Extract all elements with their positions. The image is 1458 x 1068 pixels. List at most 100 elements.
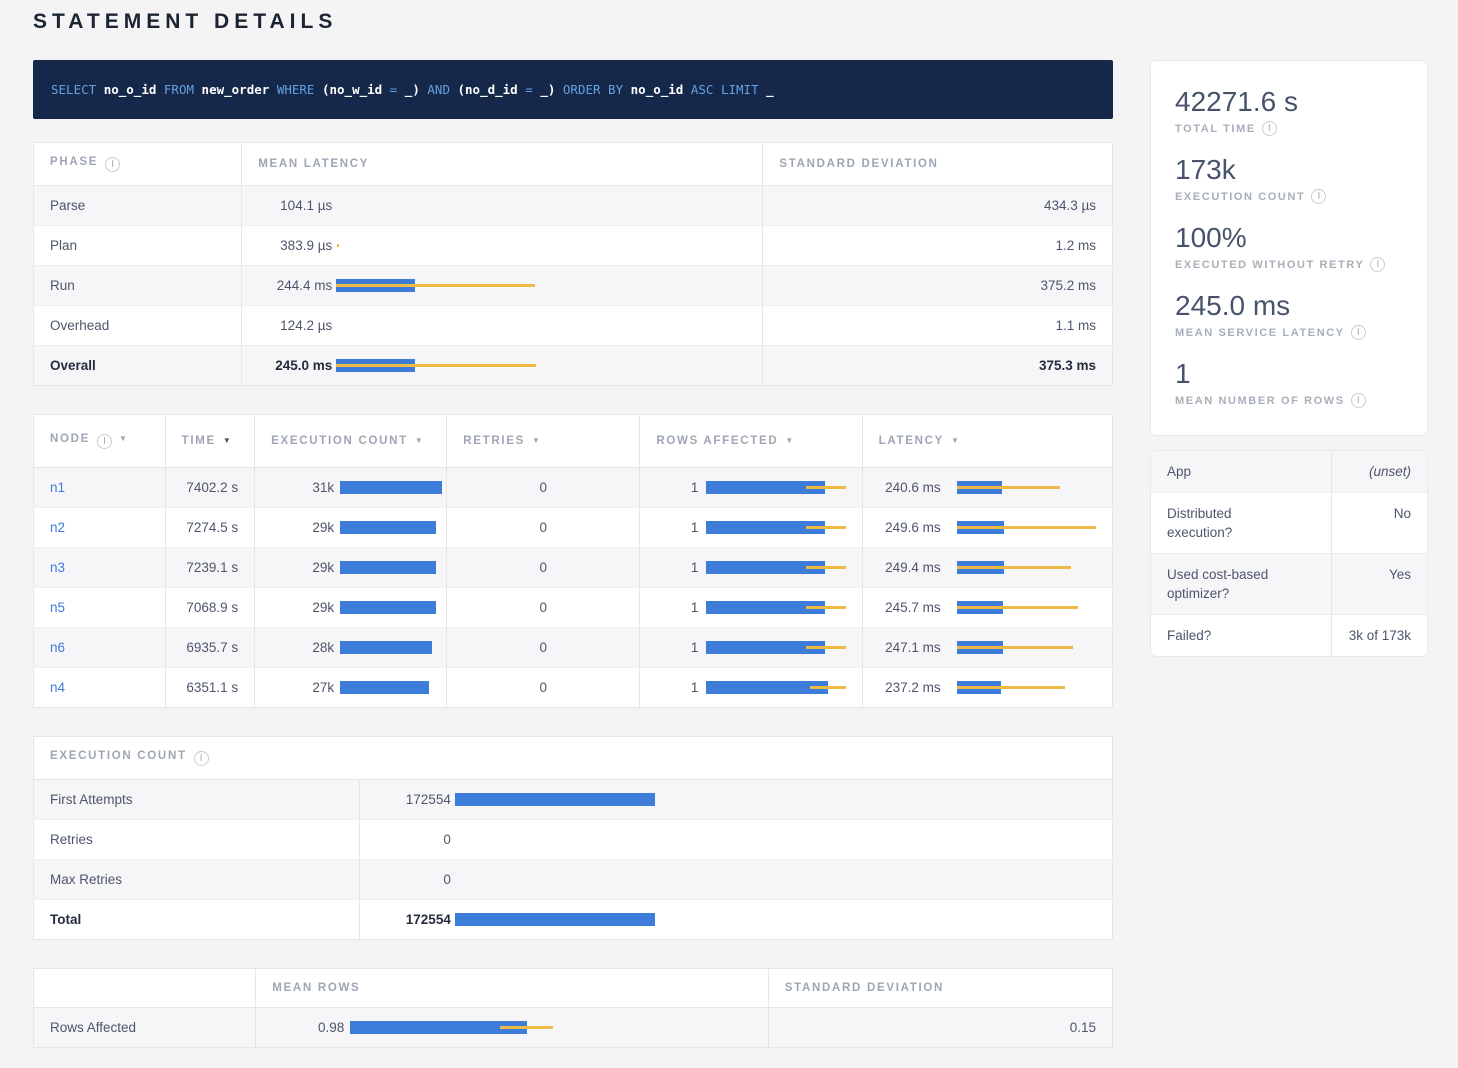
mean-latency-header: MEAN LATENCY <box>242 143 763 186</box>
latency-column-header[interactable]: LATENCY▼ <box>862 415 1112 468</box>
exec-header-label: EXECUTION COUNT <box>271 435 408 447</box>
std-deviation-header: STANDARD DEVIATION <box>763 143 1113 186</box>
sql-keyword: WHERE <box>277 82 315 97</box>
std-dev-line <box>957 646 1073 649</box>
retries-column-header[interactable]: RETRIES▼ <box>447 415 640 468</box>
sort-arrow-icon: ▼ <box>951 436 961 445</box>
exec-count-value: 0 <box>376 832 451 847</box>
table-row: Run 244.4 ms 375.2 ms <box>34 266 1113 306</box>
latency-bar <box>957 641 1102 654</box>
count-bar <box>455 873 655 886</box>
std-dev-line <box>957 486 1060 489</box>
count-bar <box>455 793 655 806</box>
stat-label: EXECUTION COUNT <box>1175 191 1305 203</box>
execution-count-header: EXECUTION COUNTi <box>34 737 1113 780</box>
count-bar <box>455 833 655 846</box>
sql-keyword: FROM <box>164 82 194 97</box>
info-icon[interactable]: i <box>1311 189 1326 204</box>
exec-row-label: Retries <box>34 820 360 860</box>
summary-stats-card: 42271.6 s TOTAL TIMEi 173k EXECUTION COU… <box>1150 60 1428 436</box>
info-icon[interactable]: i <box>1351 393 1366 408</box>
phase-label: Plan <box>34 226 242 266</box>
info-icon[interactable]: i <box>194 751 209 766</box>
exec-count-value: 29k <box>271 600 334 615</box>
sql-identifier: no_o_id <box>631 82 684 97</box>
mean-rows-header: MEAN ROWS <box>256 969 769 1008</box>
mean-bar <box>455 793 655 806</box>
std-dev-line <box>957 526 1096 529</box>
node-link[interactable]: n6 <box>50 640 65 655</box>
sort-arrow-icon: ▼ <box>415 436 425 445</box>
latency-bar <box>336 239 536 252</box>
rows-affected-value: 1 <box>656 480 698 495</box>
retries-value: 0 <box>447 548 640 588</box>
node-link[interactable]: n5 <box>50 600 65 615</box>
phase-label: Run <box>34 266 242 306</box>
exec-count-value: 172554 <box>376 792 451 807</box>
phase-label: Overhead <box>34 306 242 346</box>
attribute-label: Used cost-based optimizer? <box>1151 554 1332 615</box>
count-bar <box>340 601 442 614</box>
node-stats-table: NODEi▼ TIME▼ EXECUTION COUNT ▼ RETRIES▼ R… <box>33 414 1113 708</box>
std-dev-line <box>810 686 846 689</box>
sql-keyword: = <box>525 82 533 97</box>
stat-executed-without-retry: 100% EXECUTED WITHOUT RETRYi <box>1175 221 1403 272</box>
exec-row-label: First Attempts <box>34 780 360 820</box>
attribute-row: Used cost-based optimizer? Yes <box>1151 554 1427 615</box>
table-row: Retries 0 <box>34 820 1113 860</box>
node-link[interactable]: n4 <box>50 680 65 695</box>
rows-bar <box>706 481 846 494</box>
rows-header-label: ROWS AFFECTED <box>656 435 778 447</box>
stat-label: TOTAL TIME <box>1175 123 1256 135</box>
sql-statement-box: SELECT no_o_id FROM new_order WHERE (no_… <box>33 60 1113 119</box>
node-link[interactable]: n3 <box>50 560 65 575</box>
info-icon[interactable]: i <box>1370 257 1385 272</box>
std-deviation-value: 1.2 ms <box>763 226 1113 266</box>
stat-mean-service-latency: 245.0 ms MEAN SERVICE LATENCYi <box>1175 289 1403 340</box>
table-row: Parse 104.1 µs 434.3 µs <box>34 186 1113 226</box>
exec-count-value: 27k <box>271 680 334 695</box>
latency-bar <box>336 319 536 332</box>
sort-arrow-icon: ▼ <box>532 436 542 445</box>
attributes-table: App (unset) Distributed execution? No Us… <box>1151 451 1427 656</box>
node-table-row: n37239.1 s29k01249.4 ms <box>34 548 1113 588</box>
node-link[interactable]: n2 <box>50 520 65 535</box>
info-icon[interactable]: i <box>1262 121 1277 136</box>
info-icon[interactable]: i <box>97 434 112 449</box>
std-dev-line <box>806 566 847 569</box>
latency-bar <box>957 521 1102 534</box>
rows-affected-value: 1 <box>656 520 698 535</box>
std-deviation-value: 0.15 <box>768 1008 1112 1048</box>
retries-value: 0 <box>447 508 640 548</box>
latency-bar <box>957 601 1102 614</box>
attribute-value: No <box>1332 493 1427 554</box>
mean-latency-value: 124.2 µs <box>258 318 332 333</box>
std-deviation-value: 375.2 ms <box>763 266 1113 306</box>
latency-bar <box>957 561 1102 574</box>
attribute-row: Distributed execution? No <box>1151 493 1427 554</box>
mean-bar <box>340 681 429 694</box>
node-column-header[interactable]: NODEi▼ <box>34 415 166 468</box>
latency-value: 249.6 ms <box>879 520 941 535</box>
latency-value: 245.7 ms <box>879 600 941 615</box>
count-bar <box>455 913 655 926</box>
std-dev-line <box>957 686 1066 689</box>
table-row: First Attempts 172554 <box>34 780 1113 820</box>
info-icon[interactable]: i <box>1351 325 1366 340</box>
execution-count-column-header[interactable]: EXECUTION COUNT ▼ <box>255 415 447 468</box>
attribute-label: Failed? <box>1151 615 1332 657</box>
mean-bar <box>340 561 435 574</box>
node-link[interactable]: n1 <box>50 480 65 495</box>
mean-bar <box>340 521 435 534</box>
mean-bar <box>340 601 435 614</box>
time-column-header[interactable]: TIME▼ <box>165 415 255 468</box>
rows-affected-column-header[interactable]: ROWS AFFECTED▼ <box>640 415 862 468</box>
exec-row-label: Total <box>34 900 360 940</box>
phase-header: PHASEi <box>34 143 242 186</box>
std-dev-line <box>806 526 847 529</box>
rows-bar <box>706 681 846 694</box>
std-dev-line <box>957 566 1072 569</box>
rows-bar <box>706 641 846 654</box>
std-dev-line <box>806 606 847 609</box>
info-icon[interactable]: i <box>105 157 120 172</box>
